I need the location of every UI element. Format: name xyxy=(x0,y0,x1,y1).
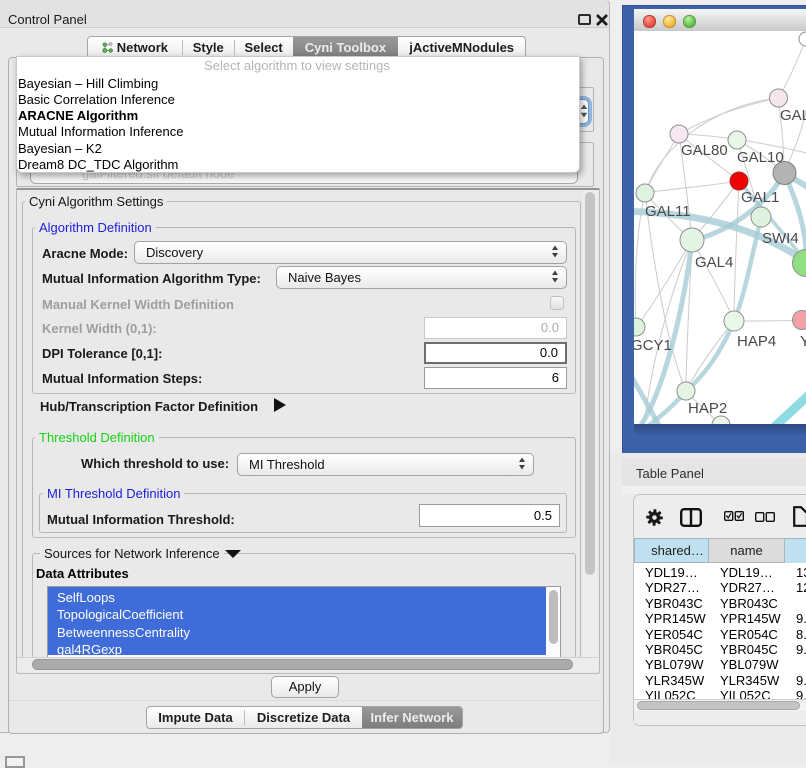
svg-text:GAL10: GAL10 xyxy=(737,149,784,166)
svg-text:GCY1: GCY1 xyxy=(634,337,672,354)
svg-text:GAL4: GAL4 xyxy=(695,254,733,271)
svg-text:HAP2: HAP2 xyxy=(688,400,727,417)
svg-text:Y: Y xyxy=(800,333,806,350)
svg-text:GAL1: GAL1 xyxy=(741,189,779,206)
svg-text:GAL80: GAL80 xyxy=(681,142,728,159)
svg-text:HAP4: HAP4 xyxy=(737,333,776,350)
svg-text:GAL11: GAL11 xyxy=(645,203,691,220)
svg-text:SWI4: SWI4 xyxy=(762,230,799,247)
svg-text:GAL: GAL xyxy=(780,107,806,124)
